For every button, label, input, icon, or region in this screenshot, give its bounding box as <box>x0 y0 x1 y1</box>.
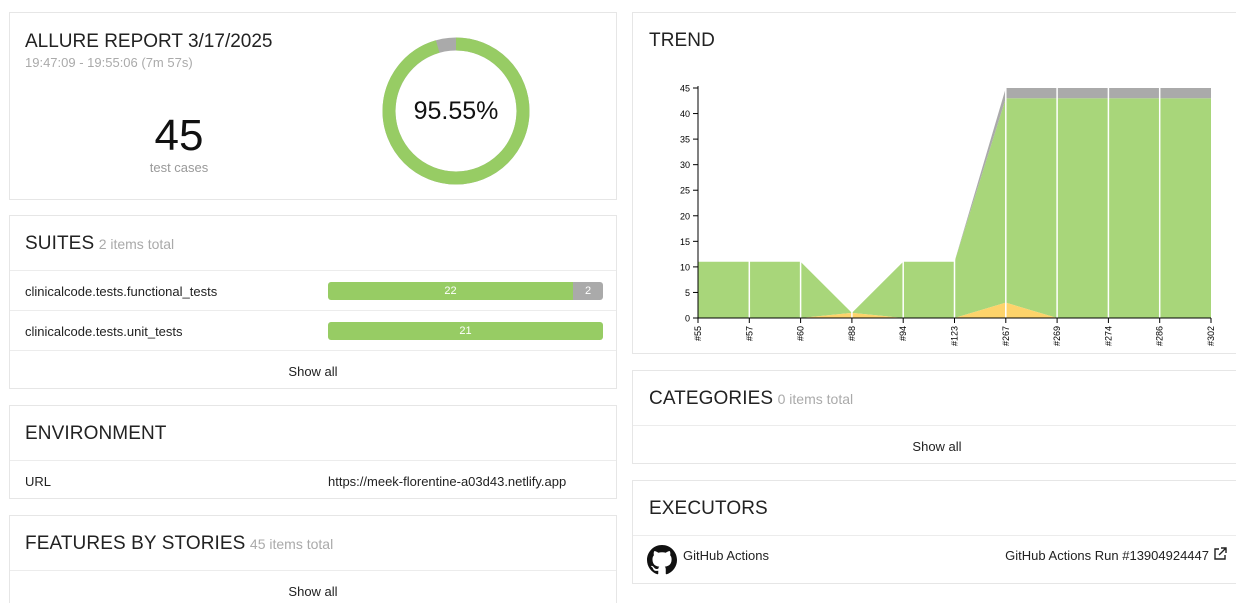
suites-header: SUITES 2 items total <box>25 233 174 255</box>
suite-row[interactable]: clinicalcode.tests.functional_tests 22 2 <box>10 270 616 310</box>
trend-x-tick-label: #60 <box>796 326 806 341</box>
suite-status-bar[interactable]: 22 2 <box>328 282 603 300</box>
trend-x-tick-label: #94 <box>898 326 908 341</box>
features-show-all-row: Show all <box>10 570 616 603</box>
external-link-icon[interactable] <box>1213 547 1227 561</box>
categories-widget: CATEGORIES 0 items total Show all <box>632 370 1236 464</box>
suite-name: clinicalcode.tests.functional_tests <box>25 284 218 299</box>
trend-x-tick-label: #88 <box>847 326 857 341</box>
suites-show-all-row: Show all <box>10 350 616 390</box>
trend-y-tick-label: 10 <box>680 262 690 272</box>
trend-x-tick-label: #269 <box>1052 326 1062 346</box>
environment-widget: ENVIRONMENT URL https://meek-florentine-… <box>9 405 617 499</box>
trend-y-tick-label: 25 <box>680 186 690 196</box>
categories-title: CATEGORIES <box>649 388 774 409</box>
trend-x-tick-label: #274 <box>1103 326 1113 346</box>
features-count: 45 items total <box>249 536 334 552</box>
trend-y-tick-label: 30 <box>680 160 690 170</box>
trend-x-tick-label: #302 <box>1206 326 1216 346</box>
github-icon <box>647 545 677 575</box>
trend-y-tick-label: 45 <box>680 84 690 94</box>
executor-run-link[interactable]: GitHub Actions Run #13904924447 <box>1005 548 1209 563</box>
suites-show-all-link[interactable]: Show all <box>10 364 616 379</box>
report-time-range: 19:47:09 - 19:55:06 (7m 57s) <box>25 55 193 70</box>
trend-y-tick-label: 40 <box>680 109 690 119</box>
trend-x-tick-label: #55 <box>693 326 703 341</box>
categories-show-all-row: Show all <box>633 425 1236 465</box>
pass-rate-donut[interactable]: 95.55% <box>380 35 532 187</box>
suites-title: SUITES <box>25 233 95 254</box>
trend-y-tick-label: 20 <box>680 211 690 221</box>
suites-widget: SUITES 2 items total clinicalcode.tests.… <box>9 215 617 389</box>
features-widget: FEATURES BY STORIES 45 items total Show … <box>9 515 617 603</box>
categories-show-all-link[interactable]: Show all <box>633 439 1236 454</box>
trend-x-axis: #55 #57 #60 #88 #94 #123 #267 #269 #274 #286 #302 <box>693 317 1216 346</box>
trend-y-tick-label: 5 <box>685 288 690 298</box>
environment-value: https://meek-florentine-a03d43.netlify.a… <box>328 474 567 489</box>
trend-y-tick-label: 0 <box>685 314 690 324</box>
trend-x-tick-label: #286 <box>1155 326 1165 346</box>
suite-passed-segment: 22 <box>328 282 573 300</box>
suite-skipped-segment: 2 <box>573 282 603 300</box>
trend-x-tick-label: #267 <box>1001 326 1011 346</box>
features-show-all-link[interactable]: Show all <box>10 584 616 599</box>
trend-chart[interactable]: 0 5 10 15 20 25 30 35 40 45 #55 #57 #60 #88 #94 #123 #2… <box>643 63 1223 353</box>
suite-status-bar[interactable]: 21 <box>328 322 603 340</box>
report-title: ALLURE REPORT 3/17/2025 <box>25 31 273 52</box>
trend-title: TREND <box>649 30 715 51</box>
features-title: FEATURES BY STORIES <box>25 533 246 554</box>
suites-count: 2 items total <box>98 236 175 252</box>
categories-header: CATEGORIES 0 items total <box>649 388 853 410</box>
trend-y-tick-label: 15 <box>680 237 690 247</box>
executors-title: EXECUTORS <box>649 498 768 519</box>
trend-widget: TREND 0 5 10 15 20 25 30 35 40 45 #55 #57 #60 #88 #94… <box>632 12 1236 354</box>
executor-row[interactable]: GitHub Actions GitHub Actions Run #13904… <box>633 535 1236 585</box>
environment-row: URL https://meek-florentine-a03d43.netli… <box>10 460 616 500</box>
pass-rate-percent: 95.55% <box>413 97 499 125</box>
trend-x-tick-label: #123 <box>950 326 960 346</box>
total-test-count: 45 <box>154 111 204 160</box>
suite-row[interactable]: clinicalcode.tests.unit_tests 21 <box>10 310 616 350</box>
executors-widget: EXECUTORS GitHub Actions GitHub Actions … <box>632 480 1236 584</box>
executor-name: GitHub Actions <box>683 548 769 563</box>
trend-y-tick-label: 35 <box>680 135 690 145</box>
environment-title: ENVIRONMENT <box>25 423 167 444</box>
environment-key: URL <box>25 474 52 489</box>
suite-passed-segment: 21 <box>328 322 603 340</box>
suite-name: clinicalcode.tests.unit_tests <box>25 324 183 339</box>
trend-y-axis: 0 5 10 15 20 25 30 35 40 45 <box>680 84 699 324</box>
trend-x-tick-label: #57 <box>744 326 754 341</box>
total-test-label: test cases <box>149 160 209 175</box>
features-header: FEATURES BY STORIES 45 items total <box>25 533 333 555</box>
categories-count: 0 items total <box>777 391 854 407</box>
summary-widget: ALLURE REPORT 3/17/2025 19:47:09 - 19:55… <box>9 12 617 200</box>
